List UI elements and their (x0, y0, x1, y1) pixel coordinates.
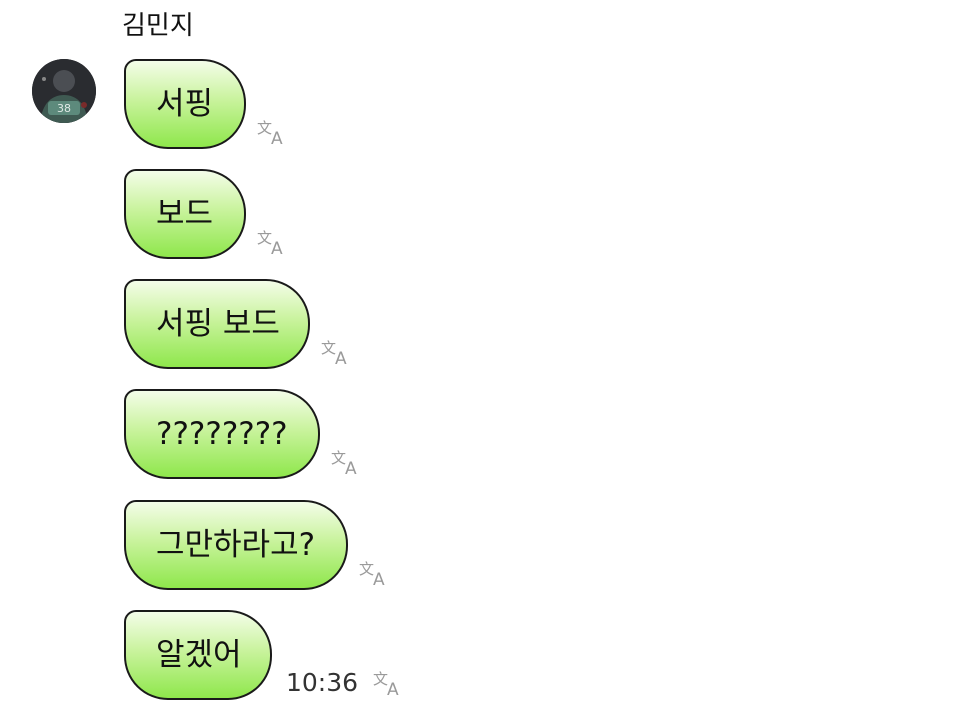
sender-name: 김민지 (122, 11, 194, 41)
message-text: 서핑 보드 (156, 305, 280, 342)
message-bubble[interactable]: ???????? (124, 389, 320, 479)
svg-text:文: 文 (373, 670, 388, 688)
svg-text:A: A (271, 129, 283, 147)
svg-text:文: 文 (359, 560, 374, 578)
message-bubble[interactable]: 보드 (124, 169, 246, 259)
svg-text:文: 文 (321, 339, 336, 357)
message-meta: 文 A (330, 447, 364, 477)
sender-avatar[interactable]: 38 (32, 59, 96, 123)
message-meta: 文 A (320, 337, 354, 367)
translate-icon[interactable]: 文 A (330, 447, 364, 477)
message-row: 서핑 보드 文 A (124, 279, 354, 369)
svg-text:A: A (387, 680, 399, 698)
svg-text:文: 文 (257, 229, 272, 247)
message-row: 서핑 文 A (124, 59, 290, 149)
svg-text:A: A (271, 239, 283, 257)
message-meta: 文 A (358, 558, 392, 588)
message-row: 보드 文 A (124, 169, 290, 259)
svg-text:A: A (345, 459, 357, 477)
message-bubble[interactable]: 서핑 보드 (124, 279, 310, 369)
translate-icon[interactable]: 文 A (372, 668, 406, 698)
translate-icon[interactable]: 文 A (358, 558, 392, 588)
svg-text:文: 文 (331, 449, 346, 467)
message-meta: 10:36 文 A (282, 668, 406, 698)
message-text: 알겠어 (156, 636, 242, 673)
svg-text:38: 38 (57, 102, 71, 115)
message-row: ???????? 文 A (124, 389, 364, 479)
message-meta: 文 A (256, 227, 290, 257)
svg-text:A: A (373, 570, 385, 588)
message-text: 그만하라고? (156, 526, 316, 563)
message-text: ???????? (156, 415, 288, 452)
message-meta: 文 A (256, 117, 290, 147)
svg-text:A: A (335, 349, 347, 367)
translate-icon[interactable]: 文 A (256, 117, 290, 147)
message-timestamp: 10:36 (286, 668, 359, 697)
message-text: 서핑 (156, 85, 214, 122)
translate-icon[interactable]: 文 A (256, 227, 290, 257)
translate-icon[interactable]: 文 A (320, 337, 354, 367)
message-row: 알겠어 10:36 文 A (124, 610, 406, 700)
message-bubble[interactable]: 알겠어 (124, 610, 272, 700)
message-bubble[interactable]: 서핑 (124, 59, 246, 149)
svg-text:文: 文 (257, 119, 272, 137)
avatar-image: 38 (32, 59, 96, 123)
message-text: 보드 (156, 195, 214, 232)
message-row: 그만하라고? 文 A (124, 500, 392, 590)
message-bubble[interactable]: 그만하라고? (124, 500, 348, 590)
